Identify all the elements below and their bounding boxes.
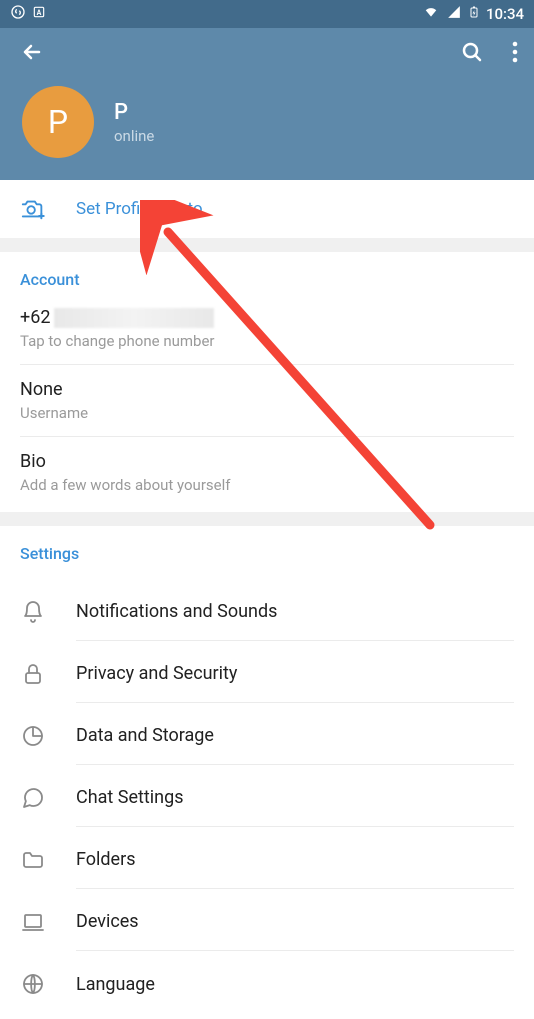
battery-icon [468, 4, 480, 24]
username-caption: Username [20, 404, 514, 422]
settings-section: Settings Notifications and Sounds Privac… [0, 526, 534, 1019]
settings-item-label: Notifications and Sounds [76, 601, 277, 622]
bio-caption: Add a few words about yourself [20, 476, 514, 494]
settings-item-label: Data and Storage [76, 725, 214, 746]
settings-item-label: Language [76, 974, 155, 995]
settings-item-label: Chat Settings [76, 787, 184, 808]
pie-chart-icon [20, 723, 46, 749]
shazam-icon [10, 4, 26, 24]
bio-value: Bio [20, 451, 514, 472]
avatar-letter: P [48, 103, 68, 141]
settings-privacy[interactable]: Privacy and Security [20, 643, 514, 705]
back-button[interactable] [20, 40, 44, 68]
phone-redacted [54, 308, 214, 328]
bio-item[interactable]: Bio Add a few words about yourself [20, 451, 514, 508]
settings-chat[interactable]: Chat Settings [20, 767, 514, 829]
signal-icon [446, 5, 462, 23]
settings-item-label: Privacy and Security [76, 663, 237, 684]
settings-devices[interactable]: Devices [20, 891, 514, 953]
camera-plus-icon [20, 196, 46, 222]
bell-icon [20, 599, 46, 625]
phone-prefix: +62 [20, 307, 50, 328]
svg-text:A: A [37, 9, 42, 17]
avatar[interactable]: P [22, 86, 94, 158]
settings-item-label: Devices [76, 911, 139, 932]
chat-bubble-icon [20, 785, 46, 811]
settings-notifications[interactable]: Notifications and Sounds [20, 581, 514, 643]
more-button[interactable] [512, 41, 518, 67]
wifi-icon [422, 5, 440, 23]
profile-status: online [114, 127, 154, 145]
phone-item[interactable]: +62 Tap to change phone number [20, 307, 514, 365]
phone-caption: Tap to change phone number [20, 332, 514, 350]
username-item[interactable]: None Username [20, 379, 514, 437]
settings-data-storage[interactable]: Data and Storage [20, 705, 514, 767]
folder-icon [20, 847, 46, 873]
account-section: Account +62 Tap to change phone number N… [0, 252, 534, 512]
settings-title: Settings [20, 544, 514, 563]
profile-header: P P online [0, 28, 534, 180]
search-button[interactable] [460, 40, 484, 68]
settings-item-label: Folders [76, 849, 136, 870]
status-time: 10:34 [486, 5, 524, 23]
globe-icon [20, 971, 46, 997]
username-value: None [20, 379, 514, 400]
settings-language[interactable]: Language [20, 953, 514, 1015]
set-profile-photo-label: Set Profile Photo [76, 199, 203, 219]
settings-folders[interactable]: Folders [20, 829, 514, 891]
account-title: Account [20, 270, 514, 289]
status-bar: A 10:34 [0, 0, 534, 28]
profile-name: P [114, 100, 154, 125]
set-profile-photo[interactable]: Set Profile Photo [0, 180, 534, 238]
app-indicator-icon: A [32, 5, 46, 23]
laptop-icon [20, 909, 46, 935]
lock-icon [20, 661, 46, 687]
